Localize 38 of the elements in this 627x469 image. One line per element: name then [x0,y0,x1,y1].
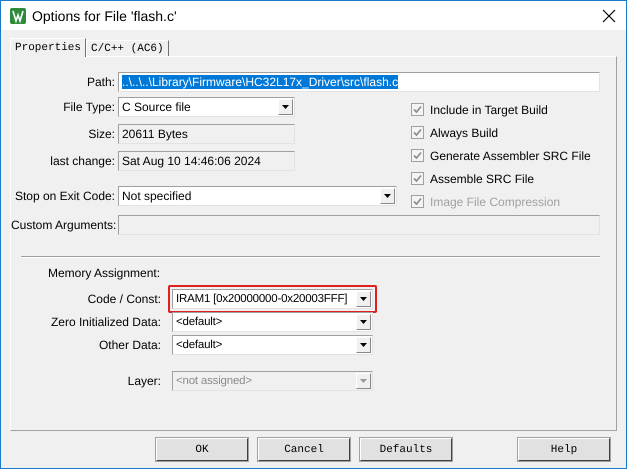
close-icon[interactable] [602,8,616,22]
section-label: Memory Assignment: [48,266,162,280]
checkbox[interactable] [411,103,424,116]
dialog-button[interactable]: Cancel [258,438,350,461]
dialog-button[interactable]: Defaults [360,438,452,461]
checkbox[interactable] [411,149,424,162]
tab[interactable]: C/C++ (AC6) [86,40,169,56]
checkbox[interactable] [411,172,424,185]
field-label: Layer: [126,374,162,388]
field-label: File Type: [62,100,116,114]
checkbox[interactable] [411,126,424,139]
readonly-field[interactable]: 20611 Bytes [118,124,295,144]
path-field[interactable]: ..\..\..\Library\Firmware\HC32L17x_Driver\src\flash.c [118,72,600,92]
checkbox-label: Always Build [430,126,498,140]
tab[interactable]: Properties [10,38,86,57]
field-label: Size: [87,126,116,140]
dialog-button[interactable]: OK [156,438,248,461]
custom-arguments-field[interactable] [118,214,600,234]
app-icon [10,8,26,24]
readonly-field[interactable]: Sat Aug 10 14:46:06 2024 [118,150,295,170]
field-label: Stop on Exit Code: [14,188,116,202]
dropdown[interactable]: <default> [172,335,373,355]
checkbox-label: Image File Compression [430,194,560,208]
checkbox-label: Include in Target Build [430,102,548,116]
field-label: Path: [86,74,116,88]
checkbox-label: Assemble SRC File [430,172,534,186]
dropdown[interactable]: Not specified [118,186,397,206]
dropdown[interactable]: C Source file [118,96,295,116]
field-label: last change: [49,154,116,168]
field-label: Code / Const: [86,292,162,306]
field-label: Custom Arguments: [11,218,118,232]
dialog-button[interactable]: Help [518,438,610,461]
dropdown[interactable]: IRAM1 [0x20000000-0x20003FFF] [172,289,373,309]
window-title: Options for File 'flash.c' [32,8,178,24]
checkbox-label: Generate Assembler SRC File [430,148,591,162]
dropdown[interactable]: <default> [172,312,373,332]
field-label: Other Data: [98,338,162,352]
field-label: Zero Initialized Data: [50,315,162,329]
